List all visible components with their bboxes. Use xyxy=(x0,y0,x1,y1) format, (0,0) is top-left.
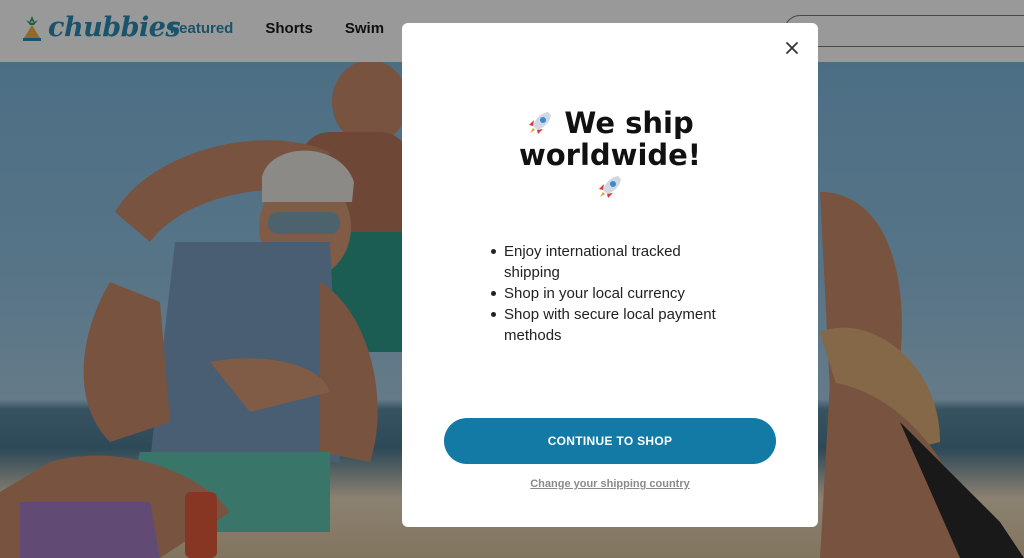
benefits-list: Enjoy international tracked shipping Sho… xyxy=(491,241,734,346)
rocket-icon xyxy=(599,176,621,198)
close-icon[interactable] xyxy=(784,40,800,56)
list-item: Enjoy international tracked shipping xyxy=(491,241,734,283)
list-item: Shop with secure local payment methods xyxy=(491,304,734,346)
continue-to-shop-button[interactable]: CONTINUE TO SHOP xyxy=(444,418,776,464)
list-item: Shop in your local currency xyxy=(491,283,734,304)
modal-title: We ship worldwide! xyxy=(432,107,788,203)
change-shipping-country-link[interactable]: Change your shipping country xyxy=(402,478,818,490)
rocket-icon xyxy=(529,112,552,134)
shipping-modal: We ship worldwide! Enjoy international t… xyxy=(402,23,818,527)
